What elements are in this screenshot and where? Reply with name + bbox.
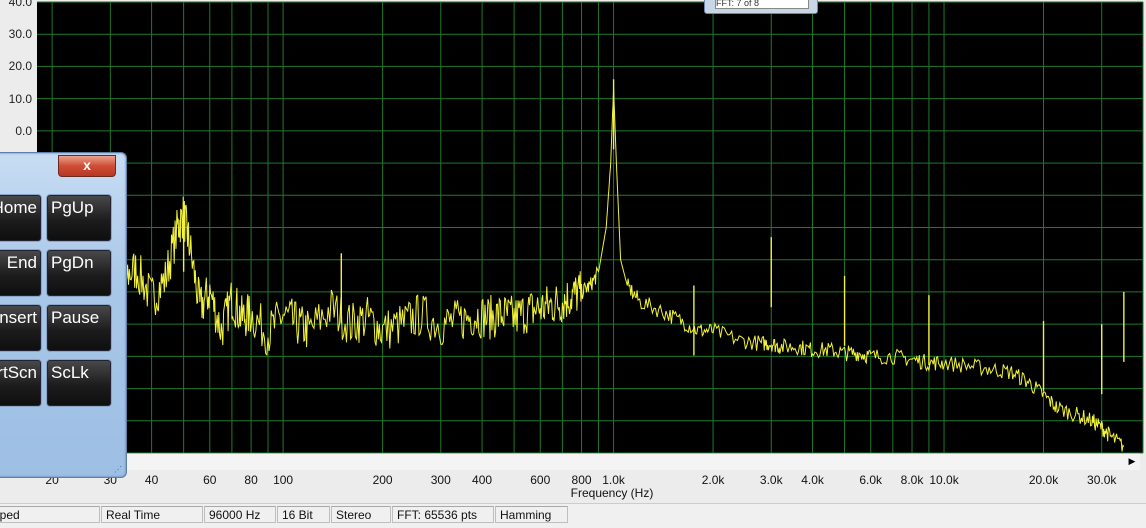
status-mode: Real Time (101, 506, 203, 523)
horizontal-scrollbar[interactable]: ▶ (124, 453, 1140, 470)
x-tick-label: 20.0k (1028, 473, 1059, 487)
status-bits: 16 Bit (277, 506, 330, 523)
status-window: Hamming (495, 506, 568, 523)
key-end[interactable]: End (0, 249, 42, 297)
y-tick-label: 0.0 (15, 123, 32, 138)
x-tick-label: 1.0k (602, 473, 625, 487)
x-tick-label: 2.0k (701, 473, 725, 487)
key-sclk[interactable]: ScLk (46, 359, 112, 407)
x-tick-label: 800 (571, 473, 592, 487)
key-pause[interactable]: Pause (46, 304, 112, 352)
x-tick-label: 30.0k (1087, 473, 1117, 487)
on-screen-keyboard: x Home PgUp End PgDn Insert Pause PrtScn… (0, 152, 127, 478)
y-tick-label: 30.0 (8, 27, 32, 42)
fft-navigator-text: FFT: 7 of 8 (715, 0, 809, 9)
x-tick-label: 40 (144, 473, 159, 487)
spectrum-analyzer-window: 40.0 30.0 20.0 10.0 0.0 20 30 40 60 80 100 200 300 4… (0, 0, 1146, 528)
x-tick-label: 100 (273, 473, 294, 487)
close-icon: x (83, 157, 91, 173)
status-sample-rate: 96000 Hz (204, 506, 276, 523)
key-insert[interactable]: Insert (0, 304, 42, 352)
status-state: Stopped (0, 506, 100, 523)
x-tick-label: 3.0k (759, 473, 783, 487)
x-tick-label: 4.0k (801, 473, 824, 487)
x-tick-label: 300 (430, 473, 451, 487)
status-fft: FFT: 65536 pts (392, 506, 494, 523)
key-home[interactable]: Home (0, 194, 42, 242)
x-tick-label: 6.0k (859, 473, 883, 487)
resize-grip-icon[interactable]: ⋰ (114, 465, 124, 475)
x-tick-label: 400 (472, 473, 493, 487)
close-button[interactable]: x (58, 155, 116, 177)
x-tick-label: 600 (530, 473, 551, 487)
scroll-right-arrow-icon[interactable]: ▶ (1125, 454, 1139, 468)
x-tick-label: 10.0k (929, 473, 959, 487)
key-prtscn[interactable]: PrtScn (0, 359, 42, 407)
status-bar: Stopped Real Time 96000 Hz 16 Bit Stereo… (0, 503, 1146, 528)
fft-navigator-control[interactable]: FFT: 7 of 8 (704, 0, 818, 14)
key-pgdn[interactable]: PgDn (46, 249, 112, 297)
x-tick-label: 8.0k (900, 473, 924, 487)
y-tick-label: 10.0 (8, 91, 32, 106)
x-tick-label: 80 (244, 473, 258, 487)
x-tick-label: 200 (372, 473, 393, 487)
status-channels: Stereo (331, 506, 391, 523)
key-pgup[interactable]: PgUp (46, 194, 112, 242)
spectrum-plot (36, 1, 1144, 454)
x-axis-title: Frequency (Hz) (570, 486, 654, 500)
x-tick-label: 60 (203, 473, 217, 487)
y-tick-label: 20.0 (8, 59, 32, 74)
y-tick-label: 40.0 (8, 0, 32, 9)
